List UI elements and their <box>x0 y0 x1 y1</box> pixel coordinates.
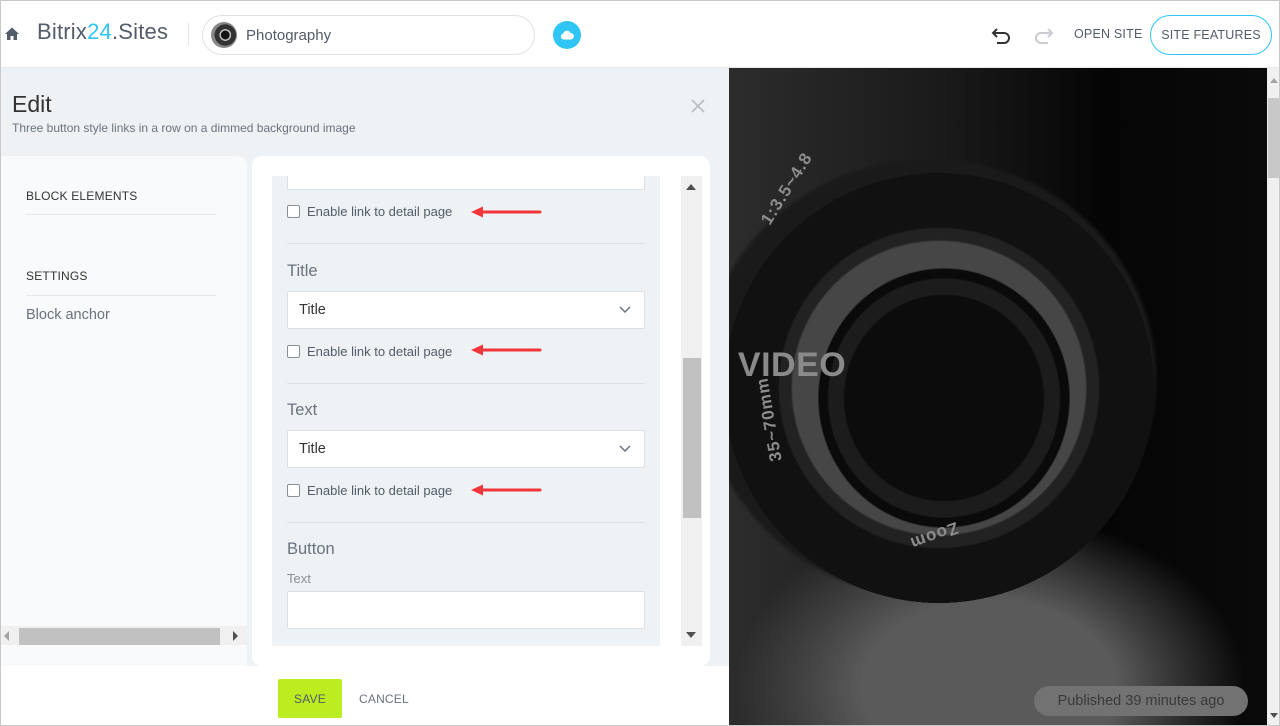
text-select-value: Title <box>299 441 326 457</box>
checkbox[interactable] <box>287 345 300 358</box>
checkbox-label: Enable link to detail page <box>307 483 453 498</box>
annotation-arrow-icon <box>471 484 542 496</box>
scrollbar-thumb[interactable] <box>1268 98 1279 178</box>
annotation-arrow-icon <box>471 344 542 356</box>
site-avatar <box>211 22 237 48</box>
save-button[interactable]: SAVE <box>278 679 342 718</box>
side-navigation: BLOCK ELEMENTS SETTINGS Block anchor <box>1 156 247 666</box>
cloud-button[interactable] <box>553 21 581 49</box>
section-divider <box>287 522 645 523</box>
logo-accent: 24 <box>87 19 112 44</box>
checkbox-label: Enable link to detail page <box>307 204 453 219</box>
lens-text-zoom: Zoom <box>907 518 961 554</box>
nav-divider <box>26 295 216 296</box>
chevron-down-icon <box>619 306 631 314</box>
nav-divider <box>26 214 216 215</box>
checkbox[interactable] <box>287 205 300 218</box>
nav-settings[interactable]: SETTINGS <box>26 269 88 283</box>
lens-text-aperture: 1:3.5~4.8 <box>757 149 817 229</box>
panel-footer: SAVE CANCEL <box>1 666 729 725</box>
logo-divider <box>188 23 189 45</box>
scroll-right-icon[interactable] <box>233 631 238 641</box>
scroll-up-icon[interactable] <box>1270 78 1278 83</box>
form-content: Enable link to detail page Title Title E… <box>272 176 660 646</box>
app-window: Bitrix24.Sites Photography OPEN SITE SIT… <box>0 0 1280 726</box>
button-text-input[interactable] <box>287 591 645 629</box>
scroll-left-icon[interactable] <box>4 631 9 641</box>
cancel-button[interactable]: CANCEL <box>359 692 409 706</box>
text-select[interactable]: Title <box>287 430 645 468</box>
published-status-badge: Published 39 minutes ago <box>1034 686 1248 716</box>
edit-panel: Edit Three button style links in a row o… <box>1 68 729 666</box>
title-link-checkbox[interactable]: Enable link to detail page <box>287 344 452 359</box>
section-divider <box>287 383 645 384</box>
logo-suffix: .Sites <box>111 19 169 44</box>
site-name: Photography <box>246 26 332 44</box>
open-site-link[interactable]: OPEN SITE <box>1074 27 1142 41</box>
lens-text-focal: 35~70mm <box>752 376 786 463</box>
checkbox-label: Enable link to detail page <box>307 344 453 359</box>
scrollbar-thumb[interactable] <box>19 628 220 645</box>
form-vertical-scrollbar[interactable] <box>681 176 702 646</box>
scrollbar-thumb[interactable] <box>683 358 701 518</box>
top-field-input[interactable] <box>287 176 645 190</box>
home-icon[interactable] <box>4 26 20 42</box>
site-preview: 1:3.5~4.8 35~70mm Zoom O VIDEO Published… <box>729 68 1267 725</box>
site-features-button[interactable]: SITE FEATURES <box>1150 15 1272 55</box>
horizontal-scrollbar[interactable] <box>1 626 247 645</box>
app-logo[interactable]: Bitrix24.Sites <box>37 19 168 45</box>
text-link-checkbox[interactable]: Enable link to detail page <box>287 483 452 498</box>
scroll-up-icon[interactable] <box>686 184 696 190</box>
panel-title: Edit <box>12 91 52 117</box>
scroll-down-icon[interactable] <box>1270 713 1278 718</box>
title-select-value: Title <box>299 302 326 318</box>
undo-icon[interactable] <box>991 25 1013 45</box>
site-selector[interactable]: Photography <box>202 15 535 55</box>
button-text-label: Text <box>287 571 311 586</box>
section-divider <box>287 243 645 244</box>
form-card: Enable link to detail page Title Title E… <box>252 156 710 666</box>
chevron-down-icon <box>619 445 631 453</box>
logo-main: Bitrix <box>37 19 88 44</box>
nav-block-elements[interactable]: BLOCK ELEMENTS <box>26 189 138 203</box>
checkbox[interactable] <box>287 484 300 497</box>
section-title-button: Button <box>287 540 335 558</box>
top-link-checkbox[interactable]: Enable link to detail page <box>287 204 452 219</box>
annotation-arrow-icon <box>471 206 542 218</box>
redo-icon[interactable] <box>1032 25 1054 45</box>
preview-scrollbar[interactable] <box>1267 68 1279 725</box>
title-select[interactable]: Title <box>287 291 645 329</box>
section-title-title: Title <box>287 262 318 280</box>
preview-heading: O VIDEO <box>729 346 847 384</box>
cloud-icon <box>560 30 574 40</box>
top-bar: Bitrix24.Sites Photography OPEN SITE SIT… <box>1 1 1279 68</box>
panel-subtitle: Three button style links in a row on a d… <box>12 121 356 135</box>
scroll-down-icon[interactable] <box>686 632 696 638</box>
nav-item-block-anchor[interactable]: Block anchor <box>26 307 110 323</box>
close-icon[interactable] <box>690 98 706 114</box>
section-title-text: Text <box>287 401 318 419</box>
